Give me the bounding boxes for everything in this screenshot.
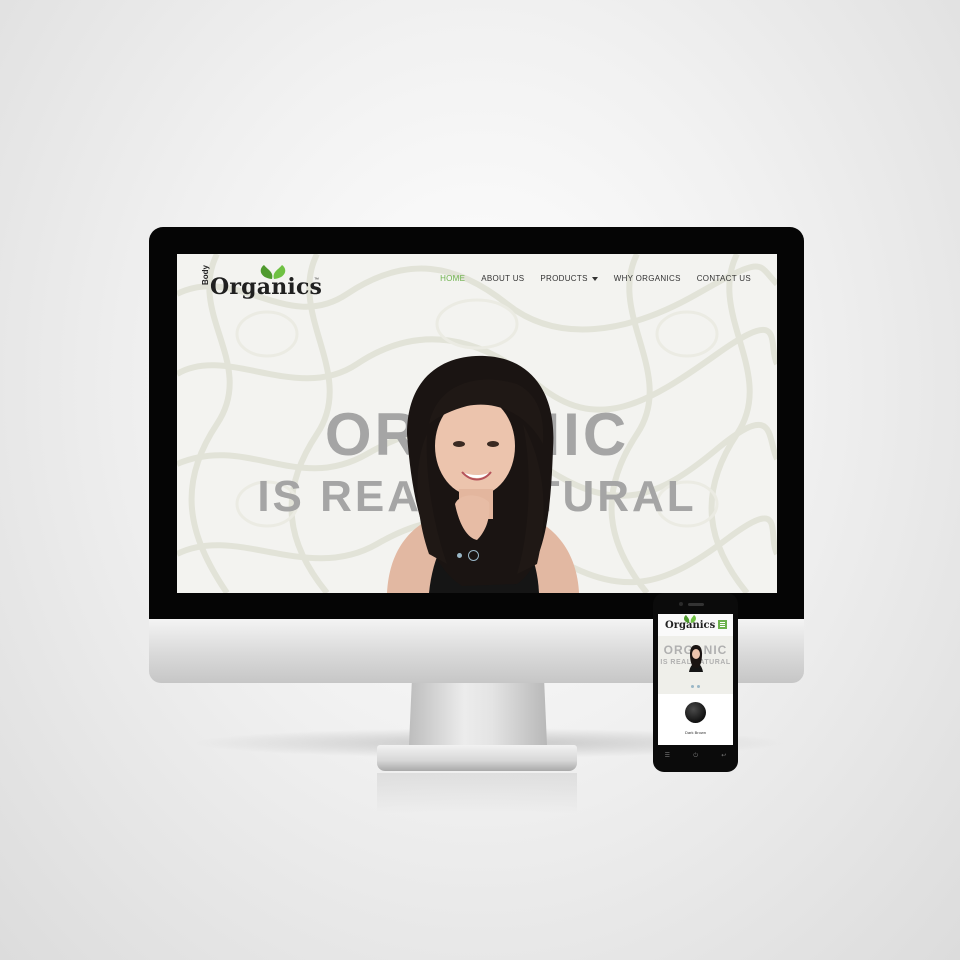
monitor-stand-base	[377, 745, 577, 771]
product-swatch-image[interactable]	[685, 702, 706, 723]
main-navigation: HOME ABOUT US PRODUCTS WHY ORGANICS CONT…	[440, 274, 751, 283]
mobile-carousel-indicators	[691, 685, 700, 688]
body-organics-logo[interactable]: Body Organics ™	[201, 264, 331, 300]
phone-speaker	[688, 603, 704, 606]
nav-contact-us[interactable]: CONTACT US	[697, 274, 751, 283]
carousel-indicators	[457, 550, 479, 561]
hamburger-menu-icon[interactable]	[718, 620, 727, 629]
home-icon[interactable]: ⏻	[693, 752, 698, 760]
phone-camera	[679, 602, 683, 606]
carousel-dot-1[interactable]	[457, 553, 462, 558]
mobile-carousel-dot-1[interactable]	[691, 685, 694, 688]
website-screen: Body Organics ™ HOME ABOUT US PRODUCTS W…	[177, 254, 777, 593]
stand-reflection	[377, 773, 577, 813]
leaf-icon	[260, 265, 286, 279]
mobile-hero-model-image	[689, 645, 703, 672]
mobile-phone: Organics ORGANIC IS REAL NATURAL Dark Br…	[653, 593, 738, 772]
monitor-stand-neck	[409, 683, 547, 745]
trademark-symbol: ™	[314, 277, 319, 283]
logo-prefix: Body	[201, 265, 210, 285]
nav-products[interactable]: PRODUCTS	[540, 274, 598, 283]
phone-navigation-buttons: ☰ ⏻ ↩	[653, 752, 738, 760]
mobile-carousel-dot-2[interactable]	[697, 685, 700, 688]
hero-model-image	[387, 355, 579, 593]
mobile-screen: Organics ORGANIC IS REAL NATURAL Dark Br…	[658, 614, 733, 745]
nav-products-label: PRODUCTS	[540, 274, 588, 283]
caret-down-icon	[591, 276, 598, 281]
nav-why-organics[interactable]: WHY ORGANICS	[614, 274, 681, 283]
nav-home[interactable]: HOME	[440, 274, 465, 283]
back-icon[interactable]: ↩	[721, 752, 726, 760]
leaf-icon	[684, 615, 696, 623]
carousel-dot-2[interactable]	[468, 550, 479, 561]
nav-about-us[interactable]: ABOUT US	[481, 274, 524, 283]
product-caption: Dark Brown	[685, 730, 706, 735]
menu-icon[interactable]: ☰	[665, 752, 670, 760]
